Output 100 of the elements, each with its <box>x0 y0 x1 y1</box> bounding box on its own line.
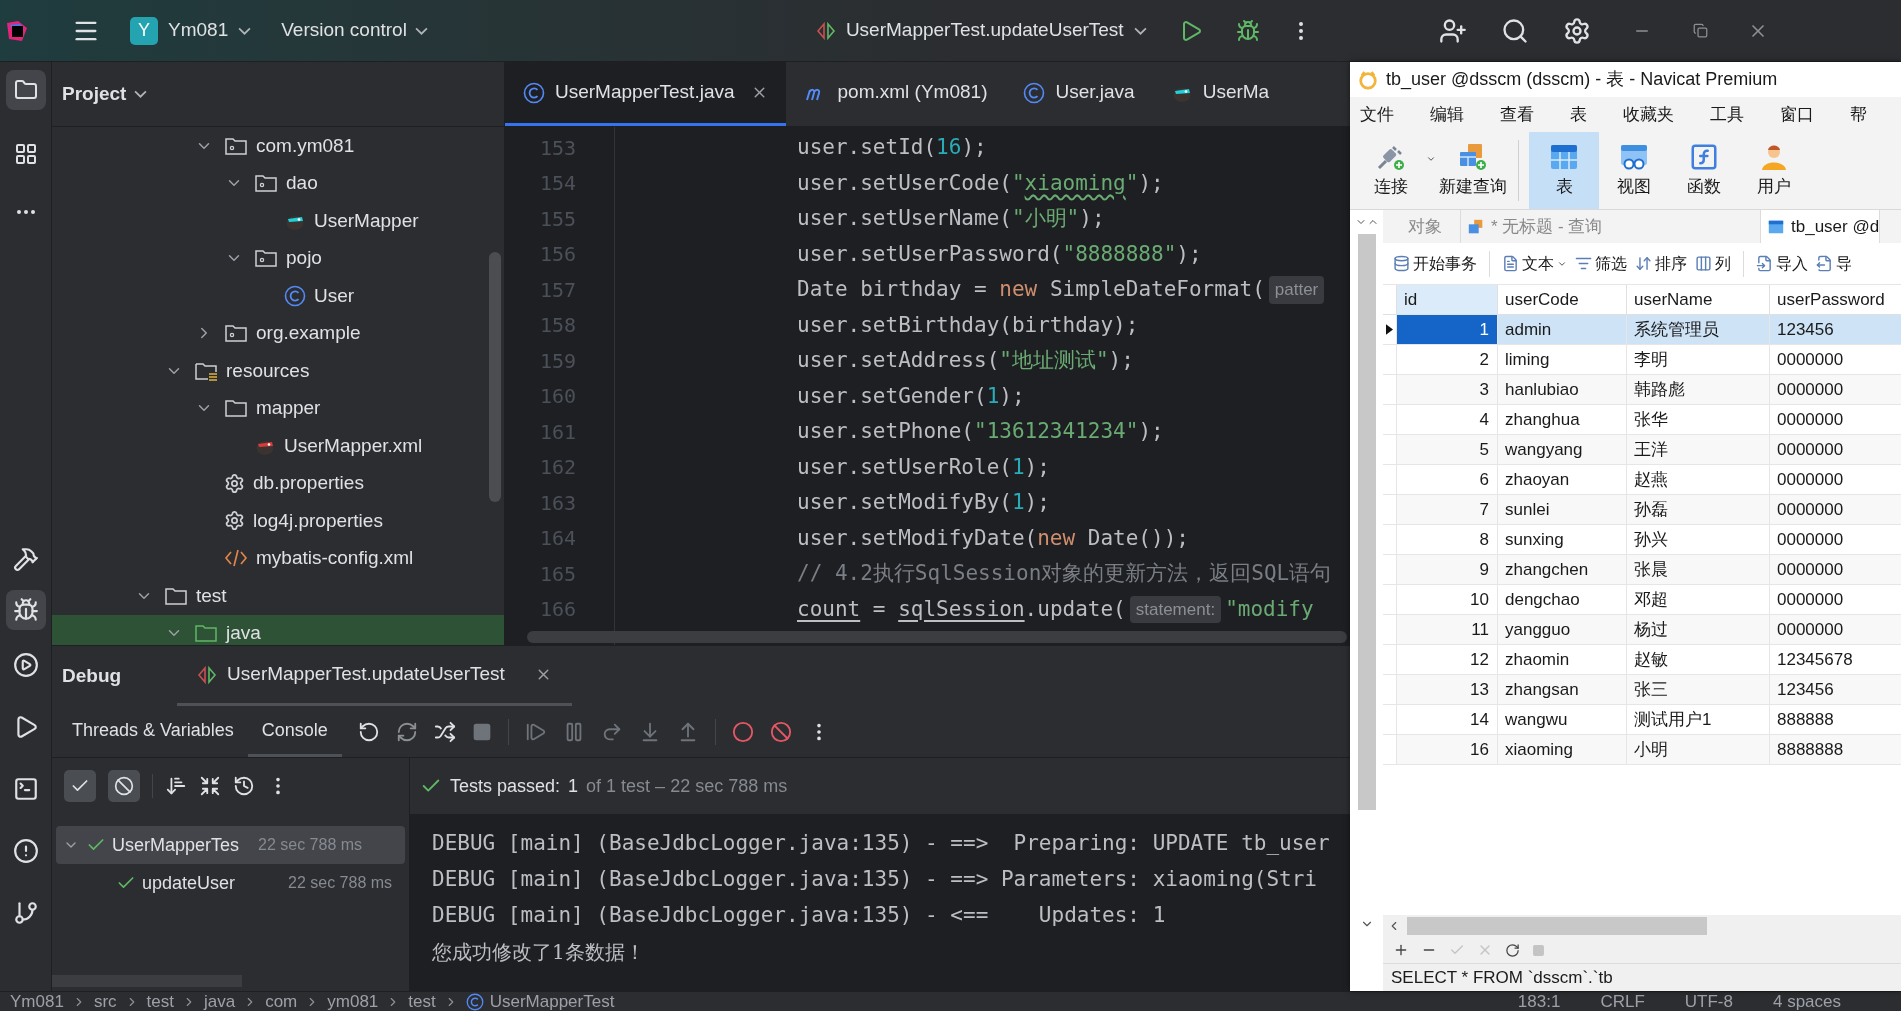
editor-tab[interactable]: UserMapperTest.java <box>505 62 786 126</box>
add-user-icon[interactable] <box>1438 16 1467 45</box>
breakpoints-icon[interactable] <box>731 720 754 743</box>
tree-item[interactable]: UserMapper.xml <box>52 427 504 465</box>
table-row[interactable]: 16 xiaoming 小明 8888888 <box>1383 735 1901 765</box>
table-row[interactable]: 14 wangwu 测试用户1 888888 <box>1383 705 1901 735</box>
restore-icon[interactable] <box>1692 23 1708 38</box>
table-row[interactable]: 4 zhanghua 张华 0000000 <box>1383 405 1901 435</box>
show-ignored-toggle[interactable] <box>108 770 140 802</box>
table-row[interactable]: 2 liming 李明 0000000 <box>1383 345 1901 375</box>
menu-item[interactable]: 查看 <box>1490 101 1544 128</box>
tree-item[interactable]: mybatis-config.xml <box>52 539 504 577</box>
rerun-icon[interactable] <box>357 720 380 743</box>
table-row[interactable]: 7 sunlei 孙磊 0000000 <box>1383 495 1901 525</box>
menu-item[interactable]: 收藏夹 <box>1613 101 1684 128</box>
tree-item[interactable]: UserMapper <box>52 202 504 240</box>
toggle-tests-icon[interactable] <box>433 720 456 743</box>
grid-toolbar-button[interactable]: 排序 <box>1631 251 1691 276</box>
debug-tab[interactable]: Console <box>247 706 342 757</box>
project-tool-button[interactable] <box>5 70 46 110</box>
breadcrumb[interactable]: com <box>265 988 298 1011</box>
tree-item[interactable]: mapper <box>52 389 504 427</box>
tree-item[interactable]: dao <box>52 164 504 202</box>
test-item[interactable]: UserMapperTes 22 sec 788 ms <box>56 826 405 864</box>
editor-tab[interactable]: UserMa <box>1152 62 1288 126</box>
breadcrumb[interactable]: UserMapperTest <box>489 988 615 1011</box>
table-row[interactable]: 9 zhangchen 张晨 0000000 <box>1383 555 1901 585</box>
services-icon[interactable] <box>12 652 39 678</box>
rerun-failed-icon[interactable] <box>395 720 418 743</box>
status-item[interactable]: UTF-8 <box>1684 988 1733 1011</box>
navicat-tab[interactable]: tb_user @d <box>1761 210 1881 243</box>
grid-toolbar-button[interactable]: 导 <box>1812 251 1856 276</box>
vcs-menu[interactable]: Version control <box>281 16 428 45</box>
menu-item[interactable]: 文件 <box>1350 101 1404 128</box>
app-logo-icon[interactable] <box>6 19 28 42</box>
menu-item[interactable]: 工具 <box>1700 101 1754 128</box>
toolbar-button[interactable]: 连接 <box>1356 132 1426 209</box>
table-row[interactable]: 10 dengchao 邓超 0000000 <box>1383 585 1901 615</box>
menu-item[interactable]: 表 <box>1560 101 1597 128</box>
dropdown-caret-icon[interactable] <box>1426 154 1436 164</box>
history-icon[interactable] <box>233 775 255 797</box>
toolbar-button[interactable]: 新建查询 <box>1438 132 1508 209</box>
scrollbar[interactable] <box>489 252 501 502</box>
project-selector[interactable]: Y Ym081 <box>126 16 256 45</box>
column-header[interactable]: id <box>1397 285 1498 315</box>
grid-toolbar-button[interactable]: 文本 <box>1498 251 1571 276</box>
grid-toolbar-button[interactable]: 开始事务 <box>1389 251 1481 276</box>
tree-item[interactable]: com.ym081 <box>52 127 504 165</box>
tree-item[interactable]: java <box>52 614 504 645</box>
show-passed-toggle[interactable] <box>64 770 96 802</box>
table-row[interactable]: 3 hanlubiao 韩路彪 0000000 <box>1383 375 1901 405</box>
scrollbar[interactable] <box>52 975 242 987</box>
table-row[interactable]: 11 yangguo 杨过 0000000 <box>1383 615 1901 645</box>
table-row[interactable]: 6 zhaoyan 赵燕 0000000 <box>1383 465 1901 495</box>
test-item[interactable]: updateUser 22 sec 788 ms <box>56 864 405 902</box>
breadcrumb[interactable]: Ym081 <box>10 988 64 1011</box>
table-row[interactable]: 5 wangyang 王洋 0000000 <box>1383 435 1901 465</box>
tree-item[interactable]: log4j.properties <box>52 502 504 540</box>
table-row[interactable]: 12 zhaomin 赵敏 12345678 <box>1383 645 1901 675</box>
menu-item[interactable]: 帮 <box>1840 101 1877 128</box>
breadcrumb[interactable]: src <box>93 988 117 1011</box>
mute-breakpoints-icon[interactable] <box>769 720 792 743</box>
scrollbar[interactable] <box>527 631 1347 643</box>
table-row[interactable]: 13 zhangsan 张三 123456 <box>1383 675 1901 705</box>
table-row[interactable]: 1 admin 系统管理员 123456 <box>1383 315 1901 345</box>
tree-item[interactable]: test <box>52 577 504 615</box>
status-item[interactable]: CRLF <box>1600 988 1645 1011</box>
scrollbar[interactable] <box>1357 234 1376 810</box>
refresh-icon[interactable] <box>1505 942 1520 958</box>
structure-icon[interactable] <box>13 142 38 166</box>
terminal-icon[interactable] <box>12 776 39 802</box>
tree-item[interactable]: org.example <box>52 314 504 352</box>
column-header[interactable]: userName <box>1627 285 1770 315</box>
collapse-icon[interactable] <box>199 775 221 797</box>
tree-item[interactable]: User <box>52 277 504 315</box>
debug-icon[interactable] <box>1235 18 1260 43</box>
problems-icon[interactable] <box>12 838 39 864</box>
status-item[interactable]: 183:1 <box>1517 988 1561 1011</box>
settings-icon[interactable] <box>1562 16 1591 45</box>
breadcrumb[interactable]: test <box>408 988 436 1011</box>
session-tab[interactable]: UserMapperTest.updateUserTest <box>177 646 572 706</box>
run-configuration[interactable]: UserMapperTest.updateUserTest <box>815 16 1147 45</box>
sort-icon[interactable] <box>165 775 187 797</box>
hammer-icon[interactable] <box>12 546 39 572</box>
search-icon[interactable] <box>1500 16 1529 45</box>
editor-tab[interactable]: User.java <box>1005 62 1153 126</box>
menu-item[interactable]: 窗口 <box>1770 101 1824 128</box>
tree-item[interactable]: db.properties <box>52 464 504 502</box>
debug-tab[interactable]: Threads & Variables <box>58 706 248 757</box>
scrollbar[interactable] <box>1407 917 1707 935</box>
tree-item[interactable]: resources <box>52 352 504 390</box>
grid-toolbar-button[interactable]: 列 <box>1691 251 1735 276</box>
toolbar-button[interactable]: 函数 <box>1669 132 1739 209</box>
add-icon[interactable] <box>1393 942 1409 958</box>
editor-tab[interactable]: pom.xml (Ym081) <box>785 62 1006 126</box>
toolbar-button[interactable]: 用户 <box>1739 132 1809 209</box>
debug-tool-button[interactable] <box>5 590 46 630</box>
breadcrumb[interactable]: test <box>146 988 174 1011</box>
grid-toolbar-button[interactable]: 筛选 <box>1571 251 1631 276</box>
table-row[interactable]: 8 sunxing 孙兴 0000000 <box>1383 525 1901 555</box>
